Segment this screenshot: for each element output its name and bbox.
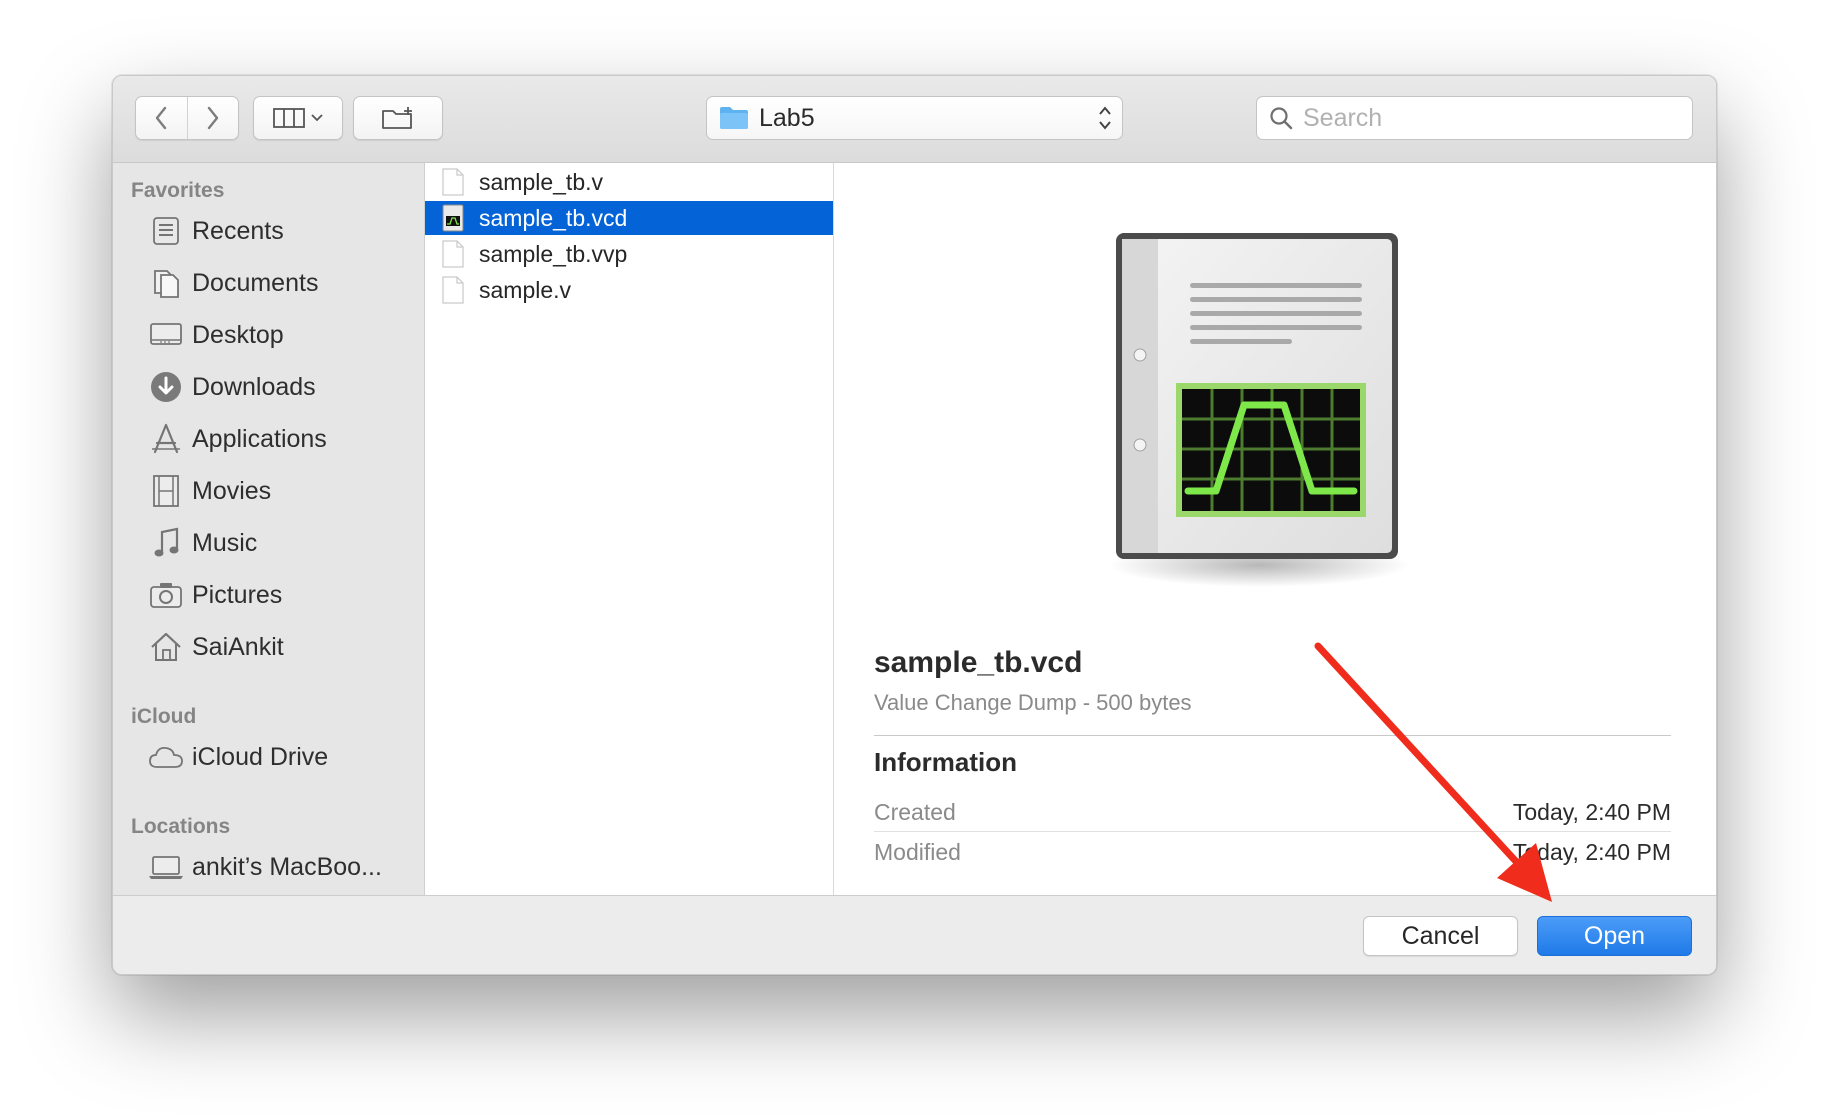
nav-button-group (135, 96, 239, 140)
preview-file-name: sample_tb.vcd (874, 646, 1083, 679)
sidebar-item-desktop[interactable]: Desktop (148, 315, 418, 355)
sidebar-item-music[interactable]: Music (148, 523, 418, 563)
sidebar-item-movies[interactable]: Movies (148, 471, 418, 511)
info-key: Modified (874, 838, 961, 865)
open-file-dialog: Lab5 Favorites Recents Documents Desktop… (112, 75, 1717, 975)
sidebar-item-label: iCloud Drive (192, 742, 329, 771)
file-row[interactable]: sample_tb.vvp (425, 237, 833, 271)
sidebar-item-label: Recents (192, 216, 284, 245)
documents-icon (148, 265, 184, 301)
home-icon (148, 629, 184, 665)
applications-icon (148, 421, 184, 457)
sidebar-item-documents[interactable]: Documents (148, 263, 418, 303)
preview-pane: sample_tb.vcd Value Change Dump - 500 by… (834, 163, 1716, 895)
document-file-icon (441, 275, 465, 305)
file-row[interactable]: sample.v (425, 273, 833, 307)
document-file-icon (441, 239, 465, 269)
file-name: sample_tb.vcd (479, 204, 628, 231)
sidebar-item-pictures[interactable]: Pictures (148, 575, 418, 615)
info-key: Created (874, 798, 956, 825)
file-list: sample_tb.v sample_tb.vcd sample_tb.vvp … (425, 163, 834, 895)
info-row-modified: Modified Today, 2:40 PM (874, 833, 1671, 871)
sidebar-item-label: Downloads (192, 372, 316, 401)
divider (874, 735, 1671, 736)
information-heading: Information (874, 747, 1017, 777)
sidebar-heading-favorites: Favorites (131, 179, 225, 202)
sidebar-item-label: SaiAnkit (192, 632, 284, 661)
vcd-file-icon (441, 203, 465, 233)
search-input[interactable] (1303, 103, 1683, 133)
info-value: Today, 2:40 PM (1512, 798, 1671, 825)
divider (874, 831, 1671, 832)
new-folder-button[interactable] (353, 96, 443, 140)
cloud-icon (148, 739, 184, 775)
search-icon (1270, 107, 1293, 130)
file-row[interactable]: sample_tb.v (425, 165, 833, 199)
movies-icon (148, 473, 184, 509)
sidebar-item-home[interactable]: SaiAnkit (148, 627, 418, 667)
info-value: Today, 2:40 PM (1512, 838, 1671, 865)
sidebar-item-label: Music (192, 528, 258, 557)
info-row-created: Created Today, 2:40 PM (874, 793, 1671, 831)
sidebar-item-macbook[interactable]: ankit’s MacBoo... (148, 847, 418, 887)
sidebar-item-label: Desktop (192, 320, 284, 349)
sidebar-item-applications[interactable]: Applications (148, 419, 418, 459)
chevron-down-icon (311, 114, 323, 122)
location-label: Lab5 (759, 103, 815, 132)
column-view-icon (273, 108, 305, 128)
sidebar-item-label: Applications (192, 424, 327, 453)
sidebar-heading-locations: Locations (131, 815, 231, 838)
sidebar-item-label: Documents (192, 268, 319, 297)
sidebar: Favorites Recents Documents Desktop Down… (113, 163, 425, 895)
file-name: sample_tb.vvp (479, 240, 628, 267)
file-row-selected[interactable]: sample_tb.vcd (425, 201, 833, 235)
cancel-button[interactable]: Cancel (1363, 916, 1518, 956)
file-name: sample.v (479, 276, 572, 303)
search-field[interactable] (1256, 96, 1693, 140)
new-folder-icon (382, 107, 412, 129)
sidebar-item-icloud-drive[interactable]: iCloud Drive (148, 737, 418, 777)
downloads-icon (148, 369, 184, 405)
music-icon (148, 525, 184, 561)
file-name: sample_tb.v (479, 168, 604, 195)
view-mode-button[interactable] (253, 96, 343, 140)
pictures-icon (148, 577, 184, 613)
desktop-icon (148, 317, 184, 353)
sidebar-heading-icloud: iCloud (131, 705, 197, 728)
back-button[interactable] (136, 97, 187, 139)
folder-icon (720, 107, 748, 129)
dialog-footer: Cancel Open (113, 895, 1716, 974)
preview-file-kind: Value Change Dump - 500 bytes (874, 690, 1192, 715)
location-popup[interactable]: Lab5 (706, 96, 1123, 140)
open-button[interactable]: Open (1537, 916, 1692, 956)
updown-chevron-icon (1099, 106, 1111, 130)
chevron-left-icon (156, 106, 167, 130)
document-file-icon (441, 167, 465, 197)
recents-icon (148, 213, 184, 249)
sidebar-item-label: Pictures (192, 580, 283, 609)
vcd-document-preview-icon (1109, 233, 1409, 587)
chevron-right-icon (207, 106, 219, 130)
laptop-icon (148, 849, 184, 885)
sidebar-item-label: ankit’s MacBoo... (192, 852, 382, 881)
toolbar: Lab5 (113, 76, 1716, 163)
forward-button[interactable] (186, 97, 238, 139)
sidebar-item-downloads[interactable]: Downloads (148, 367, 418, 407)
sidebar-item-recents[interactable]: Recents (148, 211, 418, 251)
sidebar-item-label: Movies (192, 476, 272, 505)
